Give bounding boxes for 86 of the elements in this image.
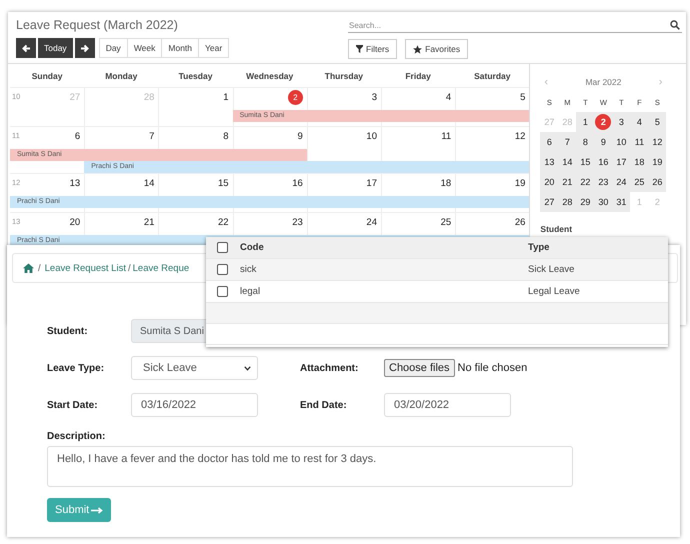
- weekday-header: Monday: [105, 70, 138, 80]
- today-badge: 2: [288, 90, 303, 105]
- table-cell-text: legal: [240, 286, 262, 297]
- home-link[interactable]: [23, 263, 34, 273]
- day-number: 12: [514, 131, 526, 142]
- breadcrumb-link[interactable]: Leave Reque: [132, 262, 190, 274]
- day-number: 13: [70, 178, 80, 189]
- date-field[interactable]: 03/16/2022: [131, 393, 258, 417]
- today-button[interactable]: Today: [38, 38, 73, 58]
- field-label: Leave Type:: [47, 362, 104, 374]
- date-number[interactable]: 7: [564, 137, 570, 147]
- checkbox[interactable]: [217, 242, 228, 253]
- checkbox[interactable]: [217, 264, 228, 275]
- day-number: 8: [223, 131, 229, 142]
- choose-files-button[interactable]: Choose files: [384, 359, 455, 377]
- previous-button[interactable]: [16, 38, 36, 58]
- day-number: 18: [440, 178, 452, 189]
- search-icon: [670, 20, 680, 30]
- table-cell-text: Sick Leave: [528, 264, 576, 275]
- filters-button[interactable]: Filters: [348, 39, 398, 59]
- weekday-header: Sunday: [32, 70, 62, 80]
- weekday-header: Saturday: [474, 70, 510, 80]
- day-number: 7: [149, 131, 154, 142]
- field-label: End Date:: [300, 398, 347, 412]
- sidebar-heading: Student: [540, 224, 574, 234]
- day-number: 17: [366, 178, 377, 189]
- table-cell-text: Legal Leave: [528, 286, 581, 297]
- day-number: 5: [520, 92, 526, 103]
- table-cell-text: sick: [240, 264, 258, 275]
- calendar-title: Leave Request (March 2022): [16, 18, 179, 32]
- day-number: 16: [292, 178, 303, 189]
- favorites-button[interactable]: Favorites: [405, 39, 468, 59]
- day-number: 15: [218, 178, 229, 189]
- column-header: Code: [240, 242, 265, 253]
- field-label: Description:: [47, 430, 106, 443]
- day-number: 11: [441, 131, 452, 142]
- breadcrumb-link[interactable]: Leave Request List: [44, 262, 126, 274]
- breadcrumb-separator: /: [38, 262, 41, 274]
- weekday-header: Wednesday: [246, 70, 294, 80]
- date-field[interactable]: 03/20/2022: [384, 393, 511, 417]
- field-label: Start Date:: [47, 398, 98, 412]
- day-number: 10: [366, 131, 377, 142]
- day-number: 23: [292, 217, 303, 228]
- chevron-down-icon: [244, 366, 251, 370]
- right-arrow-icon: [91, 506, 104, 514]
- day-number: 21: [144, 217, 154, 228]
- month-title: Mar 2022: [585, 77, 622, 87]
- description-field[interactable]: Hello, I have a fever and the doctor has told me to rest for 3 days.: [47, 446, 573, 487]
- field-label: Attachment:: [300, 362, 358, 374]
- day-number: 28: [144, 92, 154, 103]
- day-number: 14: [144, 178, 154, 189]
- weekday-header: Thursday: [324, 70, 364, 80]
- day-number: 24: [366, 217, 377, 228]
- date-number[interactable]: 5: [654, 117, 660, 127]
- day-number: 3: [372, 92, 377, 103]
- weekday-header: Friday: [405, 70, 431, 80]
- next-button[interactable]: [74, 38, 95, 58]
- day-number: 6: [74, 131, 80, 142]
- day-number: 27: [70, 92, 80, 103]
- day-number: 22: [218, 217, 229, 228]
- date-number[interactable]: 3: [618, 117, 624, 127]
- day-number: 20: [70, 217, 80, 228]
- right-arrow-icon: [80, 44, 90, 52]
- checkbox[interactable]: [217, 286, 228, 297]
- date-number[interactable]: 6: [546, 137, 552, 147]
- date-number[interactable]: 4: [636, 117, 642, 127]
- day-number: 1: [223, 92, 229, 103]
- day-number: 9: [298, 131, 303, 142]
- day-number: 4: [446, 92, 452, 103]
- leave-type-select[interactable]: Sick Leave: [131, 356, 258, 380]
- field-label: Student:: [47, 324, 88, 338]
- date-number[interactable]: 8: [582, 137, 588, 147]
- breadcrumb-separator: /: [128, 262, 131, 274]
- file-status: No file chosen: [458, 362, 528, 374]
- funnel-icon: [356, 45, 363, 53]
- column-header: Type: [528, 242, 550, 253]
- home-icon: [23, 263, 34, 273]
- day-number: 19: [514, 178, 526, 189]
- date-number[interactable]: 9: [600, 137, 606, 147]
- weekday-header: Tuesday: [178, 70, 212, 80]
- star-icon: [413, 44, 422, 54]
- left-arrow-icon: [22, 44, 30, 52]
- date-number[interactable]: 1: [582, 117, 588, 127]
- day-number: 26: [514, 217, 526, 228]
- today-badge[interactable]: 2: [595, 114, 612, 130]
- day-number: 25: [440, 217, 452, 228]
